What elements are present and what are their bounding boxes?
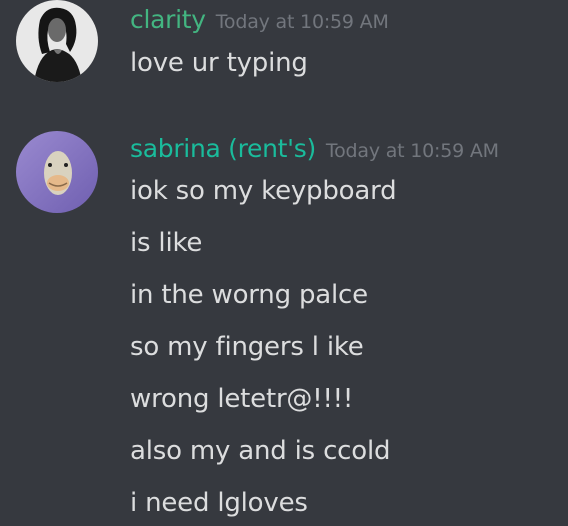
message-line: also my and is ccold — [130, 436, 391, 466]
avatar-image — [16, 131, 98, 213]
message-line: love ur typing — [130, 48, 308, 78]
username[interactable]: clarity — [130, 5, 206, 34]
username[interactable]: sabrina (rent's) — [130, 134, 316, 163]
message-line: i need lgloves — [130, 488, 308, 518]
message-header: clarity Today at 10:59 AM — [130, 5, 389, 34]
message-group-sabrina: sabrina (rent's) Today at 10:59 AM iok so… — [0, 128, 568, 526]
message-line: is like — [130, 228, 203, 258]
message-line: iok so my keypboard — [130, 176, 397, 206]
message-line: in the worng palce — [130, 280, 368, 310]
message-line: so my fingers l ike — [130, 332, 364, 362]
timestamp: Today at 10:59 AM — [215, 11, 389, 33]
avatar-image — [16, 0, 98, 82]
timestamp: Today at 10:59 AM — [325, 140, 499, 162]
avatar-clarity[interactable] — [16, 0, 98, 82]
message-line: wrong letetr@!!!! — [130, 384, 354, 414]
avatar-sabrina[interactable] — [16, 131, 98, 213]
message-group-clarity: clarity Today at 10:59 AM love ur typing — [0, 0, 568, 100]
message-header: sabrina (rent's) Today at 10:59 AM — [130, 134, 499, 163]
